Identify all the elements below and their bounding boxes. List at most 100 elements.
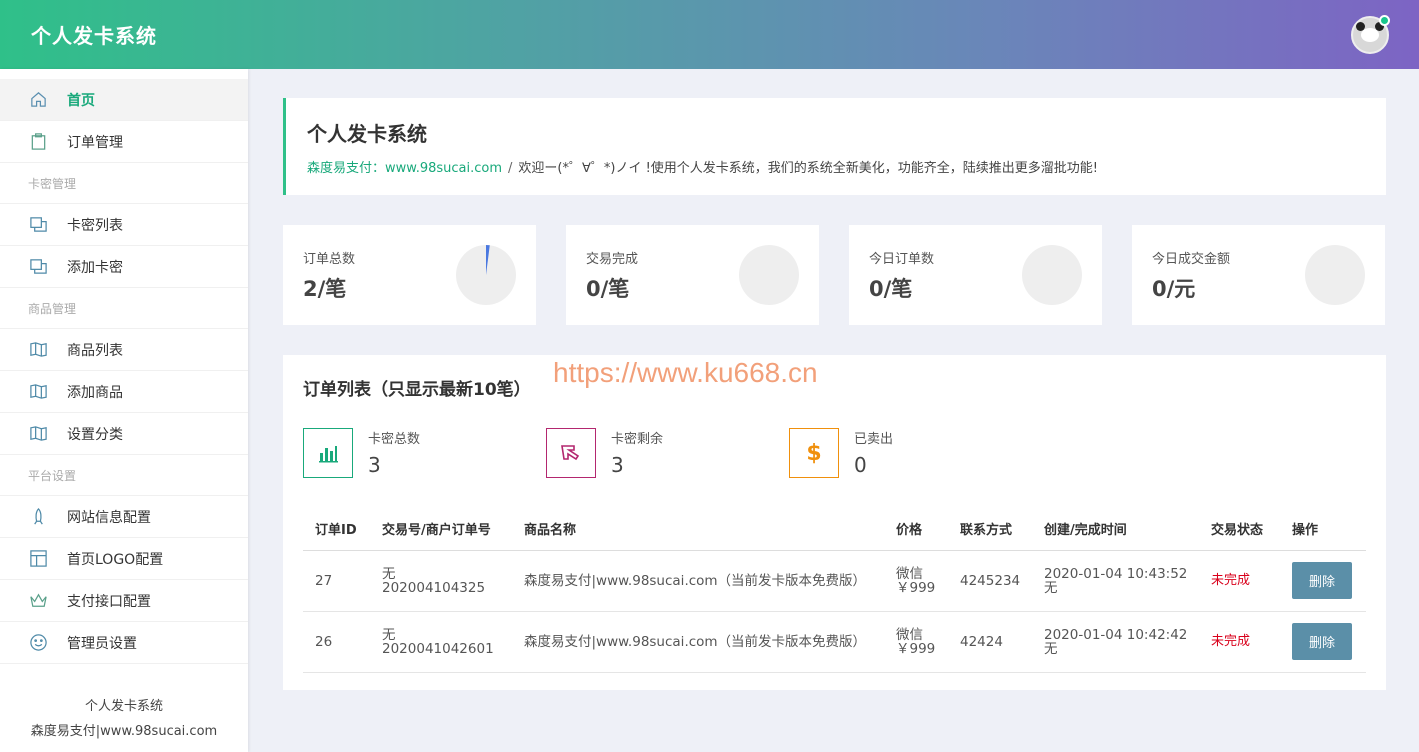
price: ￥999 bbox=[896, 579, 936, 596]
created-time: 2020-01-04 10:43:52 bbox=[1044, 565, 1188, 582]
column-header: 交易号/商户订单号 bbox=[370, 508, 512, 551]
sidebar-item[interactable]: 网站信息配置 bbox=[0, 496, 248, 538]
sidebar-item[interactable]: 设置分类 bbox=[0, 413, 248, 455]
pay-method: 微信 bbox=[896, 626, 923, 643]
sidebar-item-label: 支付接口配置 bbox=[67, 593, 151, 610]
sidebar-item[interactable]: 首页 bbox=[0, 79, 248, 121]
sidebar-item-label: 卡密列表 bbox=[67, 217, 123, 234]
sidebar-item-label: 首页 bbox=[67, 92, 95, 109]
stat-card: 交易完成 0/笔 bbox=[566, 225, 819, 325]
site-link[interactable]: 森度易支付：www.98sucai.com bbox=[307, 161, 502, 176]
page-title: 个人发卡系统 bbox=[307, 122, 427, 146]
product-name: 森度易支付|www.98sucai.com（当前发卡版本免费版） bbox=[512, 550, 884, 612]
time-cell: 2020-01-04 10:43:52 无 bbox=[1032, 550, 1199, 612]
status-cell: 未完成 bbox=[1199, 611, 1280, 673]
map-icon bbox=[28, 382, 48, 402]
kpi-value: 0 bbox=[854, 453, 867, 477]
pie-background bbox=[1022, 245, 1082, 305]
finished-time: 无 bbox=[1044, 579, 1058, 596]
table-row: 27 无 202004104325 森度易支付|www.98sucai.com（当前发… bbox=[303, 550, 1366, 612]
layout-icon bbox=[28, 549, 48, 569]
kpi-value: 3 bbox=[611, 453, 624, 477]
sidebar-item-label: 商品列表 bbox=[67, 342, 123, 359]
pie-chart bbox=[1022, 245, 1082, 305]
sidebar: 首页 订单管理 卡密管理 卡密列表 添加卡密 商品管理 商品列表 添加商品 设置分类 平台设置 网站… bbox=[0, 69, 248, 752]
welcome-card: 个人发卡系统 森度易支付：www.98sucai.com / 欢迎ー(*゜∀゜*)ノ… bbox=[283, 98, 1386, 195]
delete-button[interactable]: 删除 bbox=[1292, 562, 1352, 599]
table-row: 26 无 2020041042601 森度易支付|www.98sucai.com（当前… bbox=[303, 611, 1366, 673]
sidebar-item-label: 添加卡密 bbox=[67, 259, 123, 276]
sidebar-item-label: 添加商品 bbox=[67, 384, 123, 401]
sidebar-item[interactable]: 卡密列表 bbox=[0, 204, 248, 246]
avatar[interactable] bbox=[1351, 14, 1390, 54]
price: ￥999 bbox=[896, 640, 936, 657]
breadcrumb: 森度易支付：www.98sucai.com / 欢迎ー(*゜∀゜*)ノイ !使用个人… bbox=[307, 157, 1365, 176]
orders-table: 订单ID 交易号/商户订单号 商品名称 价格 联系方式 创建/完成时间 交易状态 操作 27 无… bbox=[303, 508, 1366, 673]
pie-chart bbox=[1305, 245, 1365, 305]
trade-number-cell: 无 2020041042601 bbox=[370, 611, 512, 673]
sidebar-item-label: 网站信息配置 bbox=[67, 509, 151, 526]
map-icon bbox=[28, 424, 48, 444]
sidebar-item[interactable]: 支付接口配置 bbox=[0, 580, 248, 622]
column-header: 创建/完成时间 bbox=[1032, 508, 1199, 551]
kpi-label: 卡密剩余 bbox=[611, 432, 664, 447]
sidebar-item[interactable]: 管理员设置 bbox=[0, 622, 248, 664]
pie-background bbox=[1305, 245, 1365, 305]
sidebar-item-label: 首页LOGO配置 bbox=[67, 551, 164, 568]
kpi-item: 卡密总数 3 bbox=[303, 428, 546, 478]
sidebar-item[interactable]: 首页LOGO配置 bbox=[0, 538, 248, 580]
main-content: 个人发卡系统 森度易支付：www.98sucai.com / 欢迎ー(*゜∀゜*)ノ… bbox=[283, 98, 1386, 690]
sidebar-item[interactable]: 订单管理 bbox=[0, 121, 248, 163]
delete-button[interactable]: 删除 bbox=[1292, 623, 1352, 660]
crown-icon bbox=[28, 591, 48, 611]
sidebar-item[interactable]: 商品列表 bbox=[0, 329, 248, 371]
product-name: 森度易支付|www.98sucai.com（当前发卡版本免费版） bbox=[512, 611, 884, 673]
avatar-face bbox=[1361, 27, 1379, 42]
sidebar-menu: 首页 订单管理 卡密管理 卡密列表 添加卡密 商品管理 商品列表 添加商品 设置分类 平台设置 网站… bbox=[0, 79, 248, 664]
stats-row: 订单总数 2/笔 交易完成 0/笔 今日订单数 0/笔 今日成交金额 0/元 bbox=[283, 225, 1386, 325]
orders-panel: 订单列表（只显示最新10笔） https://www.ku668.cn 卡密总数… bbox=[283, 355, 1386, 690]
status-badge: 未完成 bbox=[1211, 573, 1251, 588]
watermark: https://www.ku668.cn bbox=[553, 357, 818, 388]
kpi-item: 卡密剩余 3 bbox=[546, 428, 789, 478]
sidebar-item-label: 订单管理 bbox=[67, 134, 123, 151]
copy-icon bbox=[28, 257, 48, 277]
trade-no: 无 bbox=[382, 626, 396, 643]
column-header: 商品名称 bbox=[512, 508, 884, 551]
dollar-icon: $ bbox=[789, 428, 839, 478]
svg-text:$: $ bbox=[806, 441, 821, 465]
pay-method: 微信 bbox=[896, 565, 923, 582]
app-title: 个人发卡系统 bbox=[31, 24, 157, 48]
column-header: 联系方式 bbox=[948, 508, 1032, 551]
orders-title: 订单列表（只显示最新10笔） bbox=[303, 380, 531, 400]
column-header: 交易状态 bbox=[1199, 508, 1280, 551]
status-badge: 未完成 bbox=[1211, 634, 1251, 649]
merchant-order-no: 202004104325 bbox=[382, 579, 486, 596]
price-cell: 微信 ￥999 bbox=[884, 550, 948, 612]
kpi-label: 卡密总数 bbox=[368, 432, 421, 447]
rocket-icon bbox=[28, 507, 48, 527]
stat-card: 订单总数 2/笔 bbox=[283, 225, 536, 325]
column-header: 操作 bbox=[1280, 508, 1366, 551]
sidebar-item[interactable]: 添加商品 bbox=[0, 371, 248, 413]
map-icon bbox=[28, 340, 48, 360]
action-cell: 删除 bbox=[1280, 611, 1366, 673]
welcome-message: 欢迎ー(*゜∀゜*)ノイ !使用个人发卡系统，我们的系统全新美化，功能齐全，陆续… bbox=[518, 161, 1098, 176]
column-header: 订单ID bbox=[303, 508, 370, 551]
order-id: 26 bbox=[303, 611, 370, 673]
footer-site: 森度易支付|www.98sucai.com bbox=[30, 724, 218, 739]
table-header-row: 订单ID 交易号/商户订单号 商品名称 价格 联系方式 创建/完成时间 交易状态 操作 bbox=[303, 508, 1366, 551]
created-time: 2020-01-04 10:42:42 bbox=[1044, 626, 1188, 643]
sidebar-item-label: 管理员设置 bbox=[67, 635, 137, 652]
kpi-value: 3 bbox=[368, 453, 381, 477]
column-header: 价格 bbox=[884, 508, 948, 551]
smile-icon bbox=[28, 633, 48, 653]
sidebar-item[interactable]: 添加卡密 bbox=[0, 246, 248, 288]
table-body: 27 无 202004104325 森度易支付|www.98sucai.com（当前发… bbox=[303, 550, 1366, 673]
kpi-item: $ 已卖出 0 bbox=[789, 428, 1032, 478]
trade-number-cell: 无 202004104325 bbox=[370, 550, 512, 612]
breadcrumb-separator: / bbox=[508, 161, 513, 176]
status-cell: 未完成 bbox=[1199, 550, 1280, 612]
top-bar: 个人发卡系统 bbox=[0, 0, 1419, 69]
copy-icon bbox=[28, 215, 48, 235]
